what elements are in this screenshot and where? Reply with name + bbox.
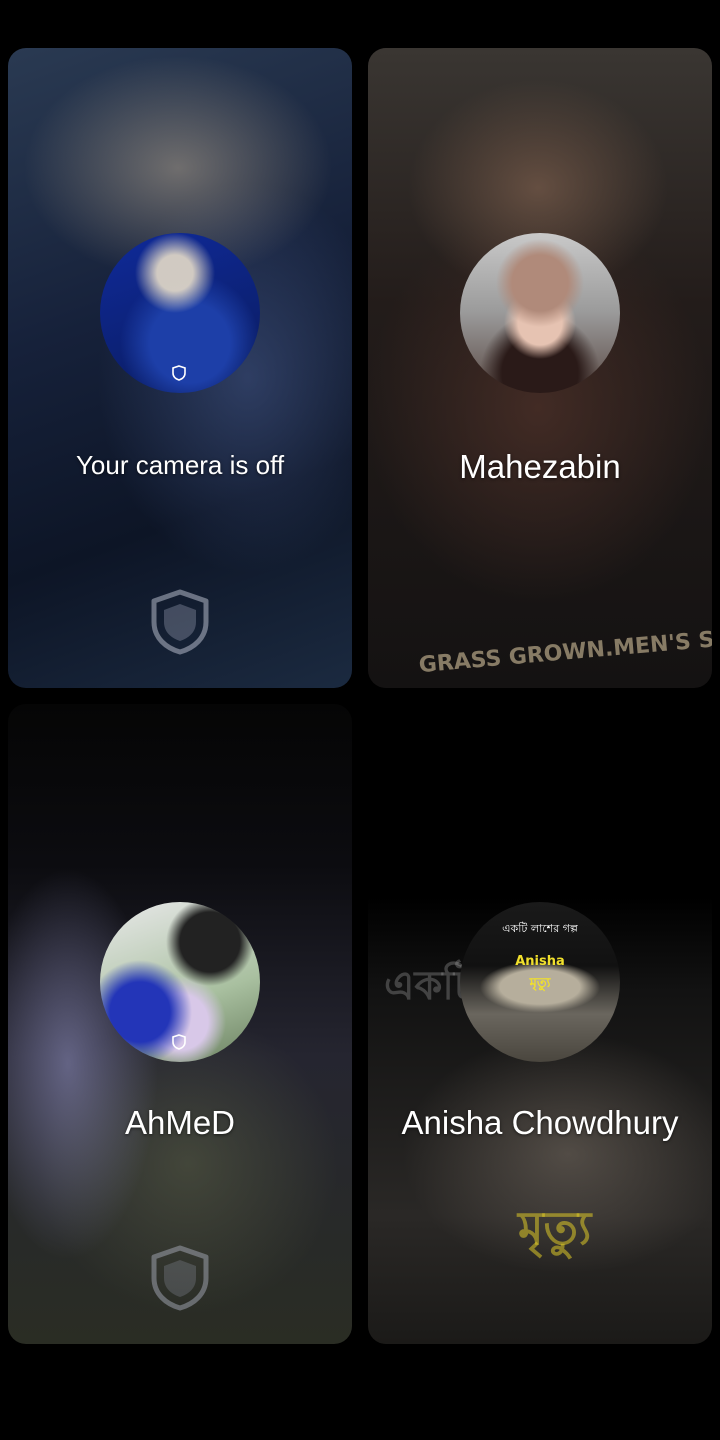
avatar-caption: Anisha xyxy=(515,954,565,969)
participant-tile[interactable]: GRASS GROWN.MEN'S SIZE AT SHIRIS Mahezab… xyxy=(368,48,712,688)
video-call-grid: Your camera is off GRASS GROWN.MEN'S SIZ… xyxy=(0,0,720,1440)
shield-icon xyxy=(172,365,186,381)
avatar-caption: মৃত্যু xyxy=(529,976,551,991)
shield-icon xyxy=(151,1245,209,1311)
avatar: একটি লাশের গল্প Anisha মৃত্যু xyxy=(460,902,620,1062)
participant-tile[interactable]: একটি মৃত্যু একটি লাশের গল্প Anisha মৃত্য… xyxy=(368,704,712,1344)
participant-tile-self[interactable]: Your camera is off xyxy=(8,48,352,688)
avatar xyxy=(460,233,620,393)
shield-icon xyxy=(151,589,209,655)
shield-icon xyxy=(172,1034,186,1050)
participant-name: AhMeD xyxy=(124,1104,236,1141)
participant-name: Anisha Chowdhury xyxy=(401,1104,679,1141)
background-text: মৃত্যু xyxy=(518,1201,592,1255)
participant-name: Mahezabin xyxy=(459,448,621,485)
avatar-caption: একটি লাশের গল্প xyxy=(502,922,578,935)
participant-tile[interactable]: AhMeD xyxy=(8,704,352,1344)
avatar xyxy=(100,233,260,393)
participant-name: Your camera is off xyxy=(75,450,285,480)
avatar xyxy=(100,902,260,1062)
